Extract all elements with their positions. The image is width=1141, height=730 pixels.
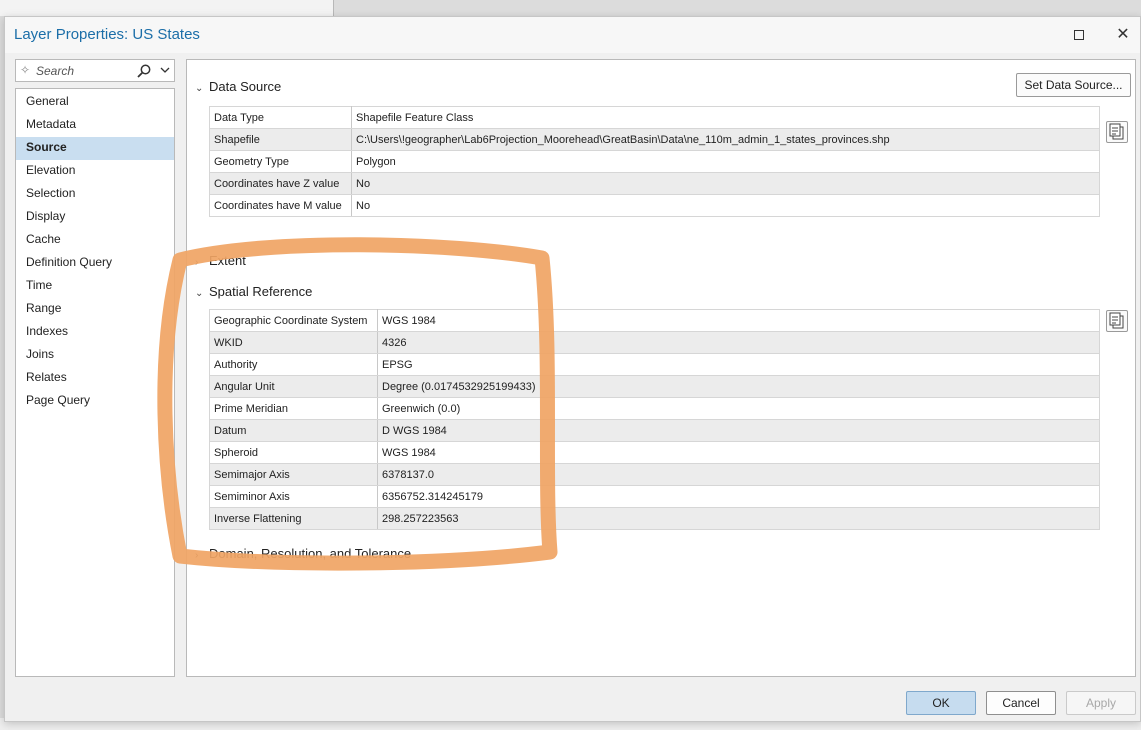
- search-input[interactable]: [36, 62, 132, 79]
- property-name: Coordinates have M value: [209, 194, 352, 217]
- table-row: Semimajor Axis 6378137.0: [209, 463, 1100, 486]
- property-value[interactable]: 4326: [377, 331, 1100, 354]
- property-name: Prime Meridian: [209, 397, 378, 420]
- table-row: Coordinates have Z value No: [209, 172, 1100, 195]
- property-value[interactable]: Shapefile Feature Class: [351, 106, 1100, 129]
- sidebar-item-selection[interactable]: Selection: [16, 183, 174, 206]
- table-row: Datum D WGS 1984: [209, 419, 1100, 442]
- maximize-button[interactable]: [1065, 23, 1093, 47]
- sidebar-item-display[interactable]: Display: [16, 206, 174, 229]
- chevron-down-icon[interactable]: [159, 64, 171, 76]
- property-value[interactable]: 298.257223563: [377, 507, 1100, 530]
- section-header-data-source[interactable]: ⌄ Data Source: [195, 79, 281, 94]
- table-row: Authority EPSG: [209, 353, 1100, 376]
- table-row: Shapefile C:\Users\!geographer\Lab6Projec…: [209, 128, 1100, 151]
- chevron-right-icon: ›: [195, 257, 199, 268]
- apply-button[interactable]: Apply: [1066, 691, 1136, 715]
- sidebar-item-source[interactable]: Source: [16, 137, 174, 160]
- property-name: Authority: [209, 353, 378, 376]
- source-page: ⌄ Data Source Set Data Source... Data Typ…: [186, 59, 1136, 677]
- layer-properties-dialog: Layer Properties: US States ✕ ✧ GeneralM…: [4, 16, 1141, 722]
- property-name: Datum: [209, 419, 378, 442]
- sidebar-item-metadata[interactable]: Metadata: [16, 114, 174, 137]
- page-list: General Metadata Source Elevation Selection D…: [15, 88, 175, 677]
- chevron-right-icon: ›: [195, 550, 199, 561]
- spatial-reference-table: Geographic Coordinate System WGS 1984 WKID…: [209, 309, 1100, 530]
- search-icon[interactable]: [136, 63, 152, 79]
- property-name: Geographic Coordinate System: [209, 309, 378, 332]
- sidebar-item-definition-query[interactable]: Definition Query: [16, 252, 174, 275]
- background-window: [0, 0, 334, 16]
- sidebar-item-general[interactable]: General: [16, 91, 174, 114]
- section-title: Domain, Resolution, and Tolerance: [209, 546, 412, 561]
- copy-data-source-button[interactable]: [1106, 121, 1128, 143]
- property-value[interactable]: No: [351, 194, 1100, 217]
- property-name: Spheroid: [209, 441, 378, 464]
- copy-spatial-reference-button[interactable]: [1106, 310, 1128, 332]
- ok-button[interactable]: OK: [906, 691, 976, 715]
- property-name: Coordinates have Z value: [209, 172, 352, 195]
- section-header-spatial-reference[interactable]: ⌄ Spatial Reference: [195, 284, 312, 299]
- section-header-extent[interactable]: › Extent: [195, 253, 246, 268]
- property-value[interactable]: D WGS 1984: [377, 419, 1100, 442]
- property-name: Semiminor Axis: [209, 485, 378, 508]
- set-data-source-button[interactable]: Set Data Source...: [1016, 73, 1131, 97]
- chevron-down-icon: ⌄: [195, 288, 204, 299]
- table-row: Angular Unit Degree (0.0174532925199433): [209, 375, 1100, 398]
- section-header-domain[interactable]: › Domain, Resolution, and Tolerance: [195, 546, 411, 561]
- cancel-button[interactable]: Cancel: [986, 691, 1056, 715]
- page-navigation: ✧ GeneralMetadataSourceElevationSelectio…: [15, 59, 175, 677]
- table-row: Spheroid WGS 1984: [209, 441, 1100, 464]
- property-name: Angular Unit: [209, 375, 378, 398]
- property-name: Data Type: [209, 106, 352, 129]
- property-value[interactable]: No: [351, 172, 1100, 195]
- sidebar-item-page-query[interactable]: Page Query: [16, 390, 174, 413]
- property-name: Geometry Type: [209, 150, 352, 173]
- property-value[interactable]: Degree (0.0174532925199433): [377, 375, 1100, 398]
- section-title: Spatial Reference: [209, 284, 313, 299]
- sidebar-item-relates[interactable]: Relates: [16, 367, 174, 390]
- search-box: ✧: [15, 59, 175, 82]
- copy-icon: [1109, 312, 1124, 329]
- table-row: WKID 4326: [209, 331, 1100, 354]
- property-value[interactable]: Polygon: [351, 150, 1100, 173]
- maximize-icon: [1074, 29, 1084, 40]
- table-row: Data Type Shapefile Feature Class: [209, 106, 1100, 129]
- table-row: Geometry Type Polygon: [209, 150, 1100, 173]
- property-value[interactable]: 6378137.0: [377, 463, 1100, 486]
- data-source-table: Data Type Shapefile Feature Class Shapefil…: [209, 106, 1100, 217]
- copy-icon: [1109, 123, 1124, 140]
- table-row: Coordinates have M value No: [209, 194, 1100, 217]
- section-title: Extent: [209, 253, 246, 268]
- sparkle-icon: ✧: [20, 63, 31, 77]
- window-title: Layer Properties: US States: [14, 26, 200, 43]
- table-row: Semiminor Axis 6356752.314245179: [209, 485, 1100, 508]
- sidebar-item-range[interactable]: Range: [16, 298, 174, 321]
- sidebar-item-indexes[interactable]: Indexes: [16, 321, 174, 344]
- table-row: Prime Meridian Greenwich (0.0): [209, 397, 1100, 420]
- sidebar-item-joins[interactable]: Joins: [16, 344, 174, 367]
- property-name: WKID: [209, 331, 378, 354]
- table-row: Inverse Flattening 298.257223563: [209, 507, 1100, 530]
- sidebar-item-elevation[interactable]: Elevation: [16, 160, 174, 183]
- close-button[interactable]: ✕: [1109, 23, 1137, 47]
- property-value[interactable]: Greenwich (0.0): [377, 397, 1100, 420]
- property-name: Shapefile: [209, 128, 352, 151]
- sidebar-item-time[interactable]: Time: [16, 275, 174, 298]
- property-name: Semimajor Axis: [209, 463, 378, 486]
- property-name: Inverse Flattening: [209, 507, 378, 530]
- close-icon: ✕: [1116, 26, 1130, 43]
- chevron-down-icon: ⌄: [195, 83, 204, 94]
- property-value[interactable]: EPSG: [377, 353, 1100, 376]
- property-value[interactable]: WGS 1984: [377, 309, 1100, 332]
- sidebar-item-cache[interactable]: Cache: [16, 229, 174, 252]
- table-row: Geographic Coordinate System WGS 1984: [209, 309, 1100, 332]
- property-value[interactable]: WGS 1984: [377, 441, 1100, 464]
- title-bar[interactable]: Layer Properties: US States ✕: [5, 17, 1140, 53]
- property-value[interactable]: C:\Users\!geographer\Lab6Projection_Moor…: [351, 128, 1100, 151]
- property-value[interactable]: 6356752.314245179: [377, 485, 1100, 508]
- section-title: Data Source: [209, 79, 282, 94]
